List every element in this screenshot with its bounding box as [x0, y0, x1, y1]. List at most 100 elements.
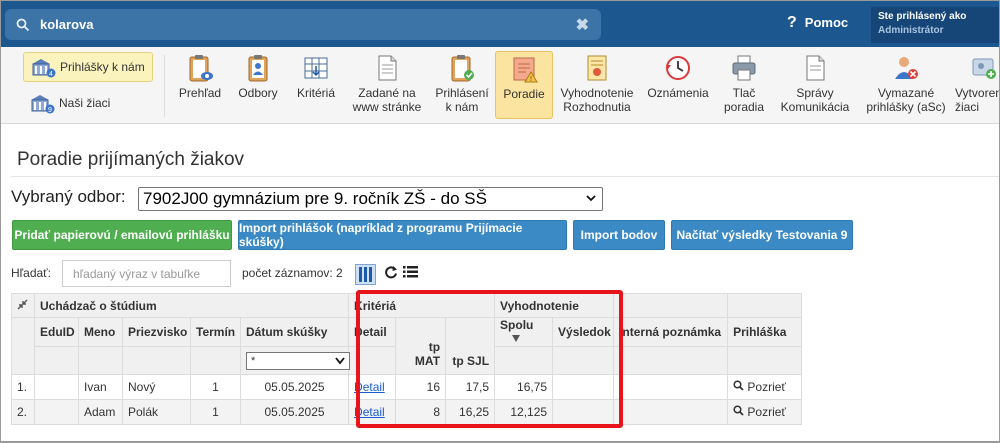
- tool-label: Odbory: [238, 86, 278, 100]
- tool-label: Vytvorené žiaci: [955, 86, 999, 114]
- divider: [11, 176, 999, 177]
- message-document-icon: [806, 55, 825, 81]
- cell-prihlaska[interactable]: Pozrieť: [727, 374, 803, 400]
- svg-text:9: 9: [48, 107, 52, 114]
- header-meno[interactable]: Meno: [78, 317, 123, 347]
- tool-oznamenia[interactable]: Oznámenia: [642, 51, 714, 119]
- tool-label: Oznámenia: [647, 86, 709, 100]
- tool-label: Prihlásení k nám: [435, 86, 489, 114]
- cell-poznamka: [613, 399, 729, 425]
- cell-poznamka: [613, 374, 729, 400]
- cell-index: 1.: [11, 374, 35, 400]
- odbor-select[interactable]: 7902J00 gymnázium pre 9. ročník ZŠ - do …: [138, 187, 603, 211]
- tool-tlac[interactable]: Tlač poradia: [717, 51, 771, 119]
- import-applications-button[interactable]: Import prihlášok (napríklad z programu P…: [238, 220, 567, 250]
- load-testing-results-button[interactable]: Načítať výsledky Testovania 9: [671, 220, 853, 250]
- tool-label: Zadané na www stránke: [352, 86, 422, 114]
- filter-empty: [34, 346, 79, 375]
- cell-datum: 05.05.2025: [239, 374, 350, 400]
- tool-label: Vyhodnotenie Rozhodnutia: [560, 86, 634, 114]
- tool-vyhodnotenie[interactable]: Vyhodnotenie Rozhodnutia: [558, 51, 636, 119]
- filter-empty: [727, 346, 803, 375]
- header-termin[interactable]: Termín: [190, 317, 241, 347]
- cell-index: 2.: [11, 399, 35, 425]
- toolbar-divider: [164, 55, 165, 117]
- cell-termin: 1: [190, 399, 241, 425]
- tool-spravy[interactable]: Správy Komunikácia: [777, 51, 853, 119]
- table-search-input[interactable]: hľadaný výraz v tabuľke: [62, 260, 231, 287]
- header-priezvisko[interactable]: Priezvisko: [122, 317, 191, 347]
- search-value: kolarova: [40, 17, 94, 32]
- header-eduid[interactable]: EduID: [34, 317, 79, 347]
- tool-label: Kritériá: [296, 86, 335, 100]
- user-status: Ste prihlásený ako: [878, 11, 967, 22]
- history-clock-icon: [666, 56, 690, 80]
- header-prihlaska: Prihláška: [727, 317, 803, 347]
- svg-text:4: 4: [49, 71, 53, 78]
- tool-kriteria[interactable]: Kritériá: [289, 51, 343, 119]
- tool-vytvorene[interactable]: Vytvorené žiaci: [955, 51, 999, 119]
- ranking-warning-icon: !: [513, 57, 538, 83]
- nav-nasi-ziaci[interactable]: 9 Naši žiaci: [23, 88, 153, 118]
- cell-meno: Adam: [78, 399, 123, 425]
- collapse-icon: [17, 299, 28, 309]
- header-poznamka[interactable]: Interná poznámka: [613, 317, 729, 347]
- clipboard-eye-icon: [189, 55, 213, 82]
- user-delete-icon: [895, 57, 918, 79]
- view-link: Pozrieť: [747, 405, 786, 419]
- top-bar: kolarova ✖ ? Pomoc Ste prihlásený ako Adm…: [1, 1, 999, 47]
- import-points-button[interactable]: Import bodov: [573, 220, 665, 250]
- tool-poradie[interactable]: ! Poradie: [495, 51, 553, 119]
- user-add-icon: [972, 58, 996, 79]
- tool-label: Poradie: [503, 87, 545, 101]
- chevron-down-icon: [335, 356, 345, 364]
- cell-meno: Ivan: [78, 374, 123, 400]
- record-count: počet záznamov: 2: [242, 266, 343, 280]
- search-icon: [733, 380, 744, 391]
- add-application-button[interactable]: Pridať papierovú / emailovú prihlášku: [12, 220, 232, 250]
- search-icon: [733, 405, 744, 416]
- filter-empty: [122, 346, 191, 375]
- cell-prihlaska[interactable]: Pozrieť: [727, 399, 803, 425]
- tool-vymazane[interactable]: Vymazané prihlášky (aSc): [859, 51, 953, 119]
- toolbar: 4 Prihlášky k nám 9 Naši žiaci Prehľad O…: [1, 47, 999, 124]
- help-link[interactable]: ? Pomoc: [787, 14, 848, 32]
- nav-prihlasky[interactable]: 4 Prihlášky k nám: [23, 52, 153, 82]
- svg-text:!: !: [530, 76, 532, 83]
- global-search[interactable]: kolarova ✖: [5, 9, 601, 40]
- tool-prehlad[interactable]: Prehľad: [171, 51, 229, 119]
- group-empty: [613, 293, 729, 318]
- list-icon[interactable]: [403, 265, 418, 278]
- cell-eduid: [34, 374, 79, 400]
- highlight-box: [356, 290, 623, 428]
- nav-label: Prihlášky k nám: [60, 60, 145, 74]
- chevron-down-icon: [586, 195, 596, 202]
- school-icon: 9: [31, 95, 55, 114]
- cell-datum: 05.05.2025: [239, 399, 350, 425]
- collapse-cell[interactable]: [11, 293, 35, 318]
- cell-eduid: [34, 399, 79, 425]
- search-icon: [16, 18, 30, 32]
- app-window: kolarova ✖ ? Pomoc Ste prihlásený ako Adm…: [0, 0, 1000, 443]
- tool-prihlaseni[interactable]: Prihlásení k nám: [431, 51, 493, 119]
- columns-toggle-icon[interactable]: [355, 264, 376, 285]
- filter-empty: [613, 346, 729, 375]
- tool-label: Správy Komunikácia: [780, 86, 850, 114]
- header-datum[interactable]: Dátum skúšky: [239, 317, 350, 347]
- cell-priezvisko: Nový: [122, 374, 191, 400]
- tool-zadane[interactable]: Zadané na www stránke: [349, 51, 425, 119]
- odbor-value: 7902J00 gymnázium pre 9. ročník ZŠ - do …: [143, 189, 487, 208]
- table-grid-icon: [304, 57, 328, 79]
- refresh-icon[interactable]: [384, 265, 398, 279]
- tool-odbory[interactable]: Odbory: [231, 51, 285, 119]
- clear-search-icon[interactable]: ✖: [576, 15, 589, 35]
- date-filter-select[interactable]: *: [246, 351, 350, 370]
- clipboard-check-icon: [451, 55, 474, 82]
- user-menu[interactable]: Ste prihlásený ako Administrátor: [871, 7, 999, 43]
- search-label: Hľadať:: [11, 266, 52, 280]
- left-nav: 4 Prihlášky k nám 9 Naši žiaci: [23, 52, 153, 118]
- group-uchadzac: Uchádzač o štúdium: [33, 293, 350, 318]
- cell-priezvisko: Polák: [122, 399, 191, 425]
- view-link: Pozrieť: [747, 380, 786, 394]
- question-icon: ?: [787, 14, 797, 31]
